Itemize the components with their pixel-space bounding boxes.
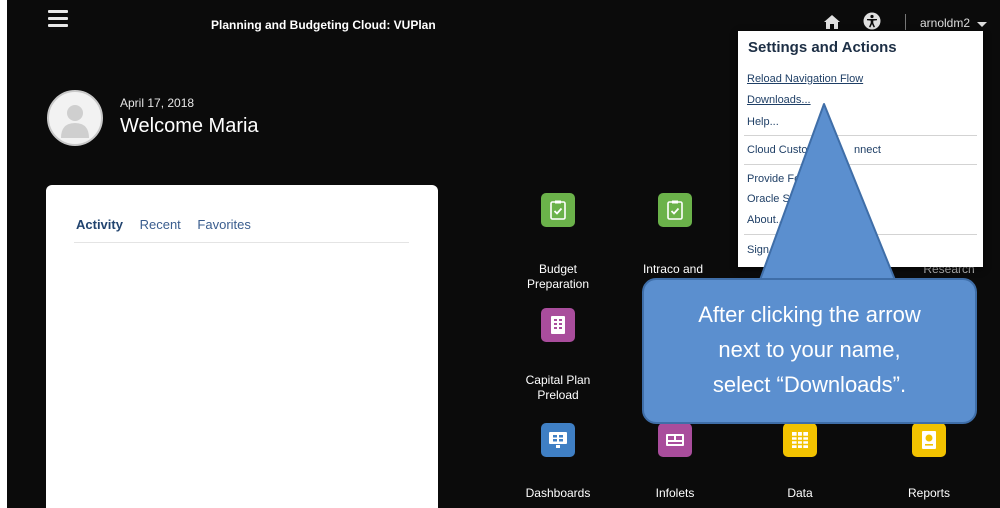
user-silhouette-icon (61, 105, 89, 138)
tile-label-infolets: Infolets (655, 486, 695, 500)
report-icon (922, 431, 936, 449)
menu-item-about[interactable]: About... (747, 214, 785, 226)
menu-title: Settings and Actions (748, 39, 897, 56)
activity-panel: Activity Recent Favorites (46, 185, 438, 508)
tile-intraco[interactable] (658, 193, 692, 227)
app-title: Planning and Budgeting Cloud: VUPlan (211, 18, 436, 32)
menu-item-reload-navigation-flow[interactable]: Reload Navigation Flow (747, 73, 863, 85)
header-separator (905, 14, 906, 30)
tile-label-dashboards: Dashboards (525, 486, 591, 500)
callout-line-2: next to your name, (718, 337, 901, 362)
user-name[interactable]: arnoldm2 (920, 16, 970, 30)
activity-tabs: Activity Recent Favorites (76, 217, 264, 232)
tile-infolets[interactable] (658, 423, 692, 457)
menu-item-sign-out[interactable]: Sign Out (747, 244, 790, 256)
menu-item-cloud-customer-connect-tail[interactable]: nnect (854, 144, 881, 156)
application-screen: Planning and Budgeting Cloud: VUPlan arn… (7, 0, 1000, 508)
tile-budget-preparation[interactable] (541, 193, 575, 227)
callout-line-1: After clicking the arrow (698, 302, 921, 327)
tile-label-reports: Reports (907, 486, 951, 500)
callout-line-3: select “Downloads”. (712, 372, 907, 397)
settings-and-actions-menu: Settings and Actions Reload Navigation F… (738, 31, 983, 267)
menu-item-provide-feedback[interactable]: Provide Feedba (747, 173, 825, 185)
tabs-divider (74, 242, 409, 243)
tile-capital-plan-preload[interactable] (541, 308, 575, 342)
welcome-message: Welcome Maria (120, 115, 259, 137)
tile-label-data: Data (787, 486, 813, 500)
tile-data[interactable] (783, 423, 817, 457)
tab-favorites[interactable]: Favorites (197, 217, 250, 232)
grid-document-icon (551, 316, 565, 334)
user-menu-arrow-icon[interactable] (977, 22, 987, 27)
home-icon[interactable] (823, 14, 841, 30)
menu-item-help[interactable]: Help... (747, 116, 779, 128)
accessibility-icon[interactable] (863, 12, 881, 30)
menu-item-oracle-support[interactable]: Oracle Support (747, 193, 821, 205)
clipboard-check-icon (667, 200, 683, 220)
menu-item-cloud-customer-connect[interactable]: Cloud Custome (747, 144, 823, 156)
tile-label-capital-plan-preload: Capital Plan Preload (525, 373, 591, 402)
menu-divider (744, 164, 977, 165)
menu-item-downloads[interactable]: Downloads... (747, 94, 811, 106)
dashboard-icon (549, 432, 567, 448)
current-date: April 17, 2018 (120, 96, 195, 110)
tile-dashboards[interactable] (541, 423, 575, 457)
menu-divider (744, 234, 977, 235)
tab-activity[interactable]: Activity (76, 217, 123, 232)
hamburger-menu-icon[interactable] (48, 10, 68, 27)
tile-reports[interactable] (912, 423, 946, 457)
instruction-callout: After clicking the arrow next to your na… (642, 278, 977, 424)
table-icon (792, 432, 808, 448)
menu-divider (744, 135, 977, 136)
avatar (47, 90, 103, 146)
tile-label-budget-preparation: Budget Preparation (526, 262, 590, 291)
clipboard-check-icon (550, 200, 566, 220)
tab-recent[interactable]: Recent (140, 217, 181, 232)
infolets-icon (666, 434, 684, 446)
